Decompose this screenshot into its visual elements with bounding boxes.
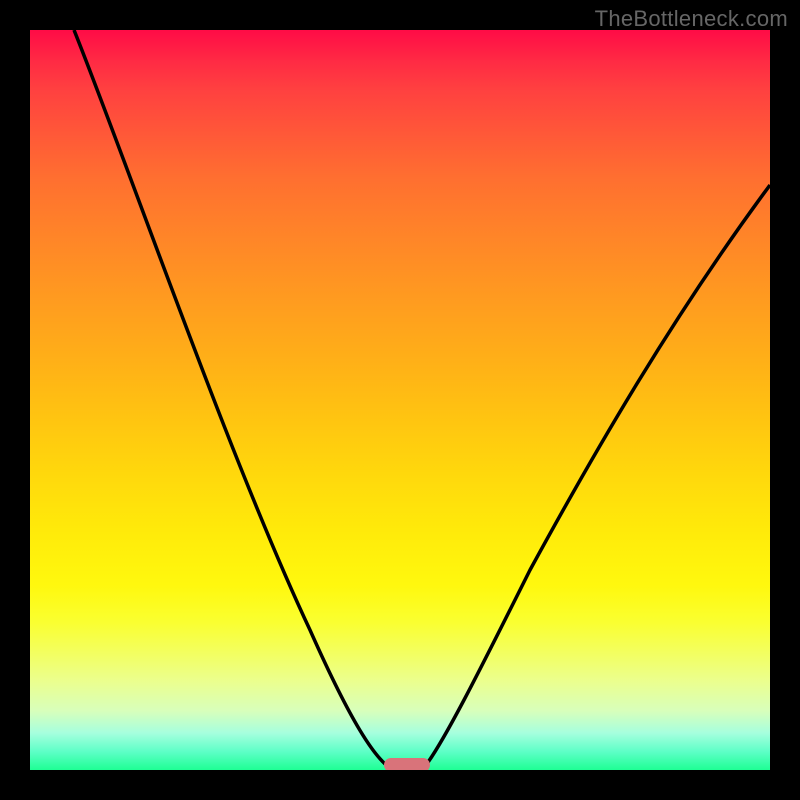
chart-curves xyxy=(30,30,770,770)
left-curve-path xyxy=(74,30,393,770)
watermark-text: TheBottleneck.com xyxy=(595,6,788,32)
bottleneck-marker xyxy=(384,758,430,770)
chart-plot-area xyxy=(30,30,770,770)
right-curve-path xyxy=(422,185,770,770)
